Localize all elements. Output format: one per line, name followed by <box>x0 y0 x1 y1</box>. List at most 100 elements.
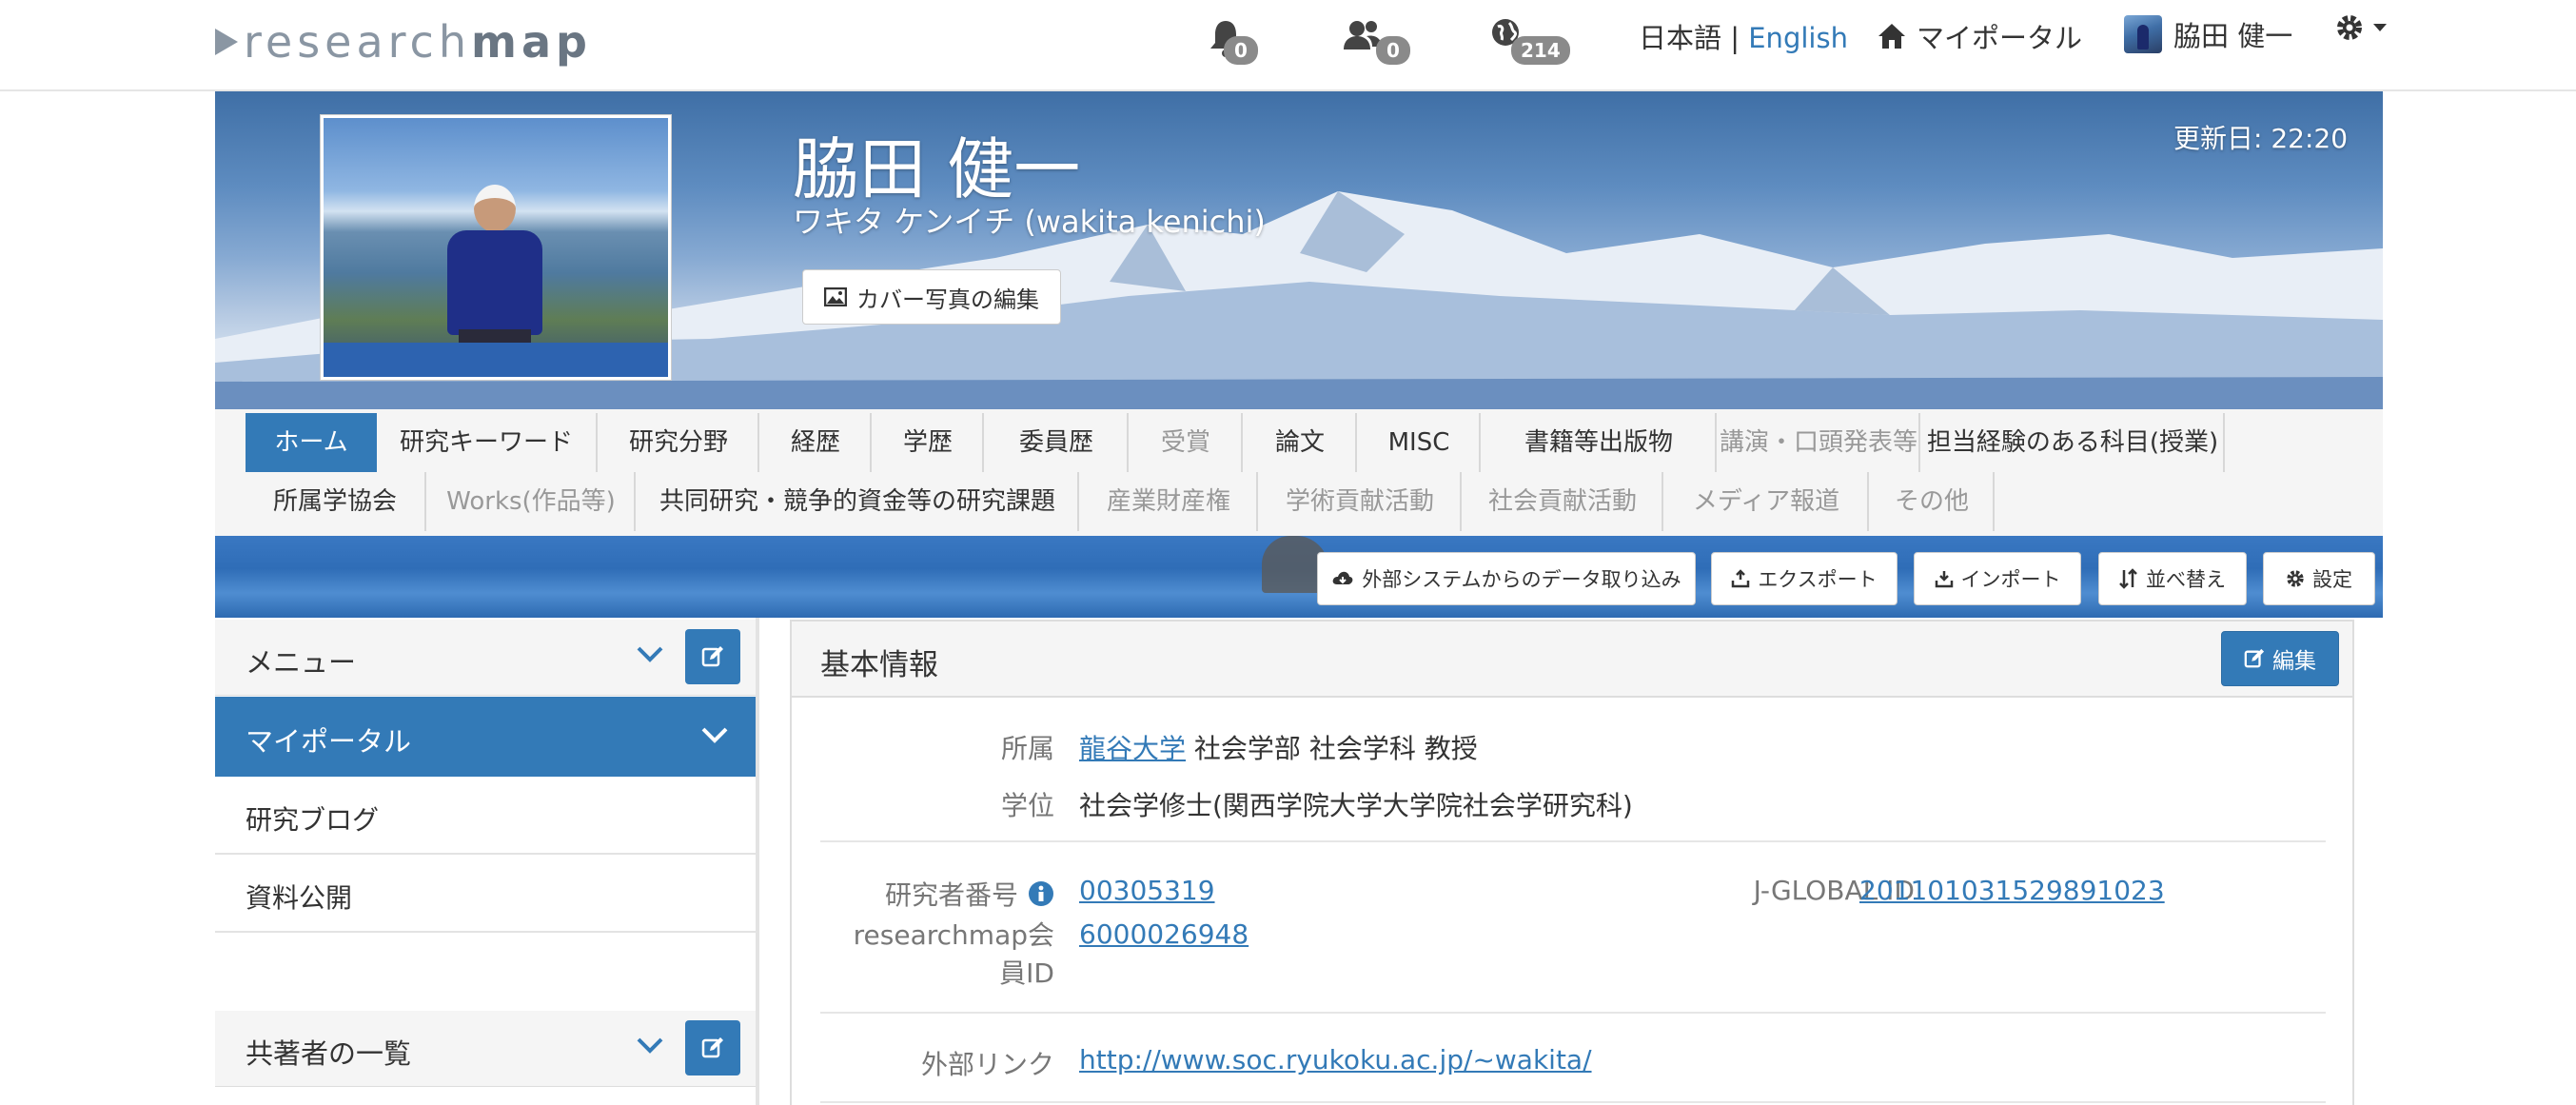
sidebar-divider <box>756 618 759 1105</box>
sidebar-myportal-label: マイポータル <box>246 725 412 758</box>
researcher-number-link[interactable]: 00305319 <box>1079 875 1215 906</box>
sidebar-item-myportal[interactable]: マイポータル <box>215 697 756 777</box>
degree-value: 社会学修士(関西学院大学大学院社会学研究科) <box>1079 790 1633 821</box>
profile-tab-3[interactable]: 経歴 <box>761 413 872 472</box>
myportal-link[interactable]: マイポータル <box>1877 16 2082 56</box>
info-icon[interactable] <box>1028 880 1054 907</box>
basic-info-edit-label: 編集 <box>2272 649 2316 674</box>
basic-info-title: 基本情報 <box>820 648 938 682</box>
profile-tab-11[interactable]: 担当経験のある科目(授業) <box>1922 413 2225 472</box>
top-navbar: research map 0 0 214 日本語 | English マイポータ… <box>0 0 2576 91</box>
profile-tab-7[interactable]: その他 <box>1871 472 1995 531</box>
world-count-badge: 214 <box>1511 36 1570 65</box>
users-count-badge: 0 <box>1376 36 1410 65</box>
profile-tab-10[interactable]: 講演・口頭発表等 <box>1719 413 1920 472</box>
profile-tab-3[interactable]: 産業財産権 <box>1081 472 1258 531</box>
profile-tab-7[interactable]: 論文 <box>1245 413 1357 472</box>
basic-info-edit-button[interactable]: 編集 <box>2221 631 2339 686</box>
chevron-down-icon <box>701 727 728 743</box>
researcher-number-label: 研究者番号 <box>884 879 1018 911</box>
profile-tab-5[interactable]: 委員歴 <box>986 413 1129 472</box>
lang-english-link[interactable]: English <box>1748 22 1848 54</box>
notifications-button[interactable]: 0 <box>1207 17 1283 65</box>
profile-photo[interactable] <box>321 115 671 380</box>
edit-icon <box>2244 648 2265 668</box>
page-settings-button[interactable]: 設定 <box>2263 552 2375 605</box>
basic-info-header: 基本情報 編集 <box>792 622 2352 698</box>
sidebar-coauthors-edit-button[interactable] <box>685 1020 740 1075</box>
affiliation-university-link[interactable]: 龍谷大学 <box>1079 733 1186 764</box>
sidebar-menu-label: メニュー <box>246 646 357 679</box>
import-external-data-button[interactable]: 外部システムからのデータ取り込み <box>1317 552 1696 605</box>
page-settings-label: 設定 <box>2312 568 2352 591</box>
degree-label: 学位 <box>1000 790 1054 821</box>
import-external-data-label: 外部システムからのデータ取り込み <box>1362 568 1681 591</box>
edit-cover-photo-button[interactable]: カバー写真の編集 <box>802 269 1061 325</box>
profile-tab-1[interactable]: Works(作品等) <box>428 472 636 531</box>
import-icon <box>1935 571 1953 588</box>
basic-info-panel: 基本情報 編集 所属 龍谷大学 社会学部 社会学科 教授 学位 社会学修士(関西… <box>790 620 2354 1105</box>
chevron-down-icon[interactable] <box>636 644 664 663</box>
external-link-label: 外部リンク <box>920 1049 1054 1080</box>
lang-separator: | <box>1730 22 1740 54</box>
profile-tab-2[interactable]: 共同研究・競争的資金等の研究課題 <box>638 472 1079 531</box>
profile-tab-1[interactable]: 研究キーワード <box>377 413 598 472</box>
cloud-download-icon <box>1332 571 1353 584</box>
member-id-label-line1: researchmap会 <box>853 919 1054 951</box>
section-divider <box>820 1101 2326 1103</box>
users-button[interactable]: 0 <box>1342 17 1418 65</box>
updated-time: 更新日: 22:20 <box>2173 123 2349 154</box>
member-id-label-line2: 員ID <box>999 957 1054 989</box>
sidebar-item-materials[interactable]: 資料公開 <box>215 855 756 933</box>
sort-button[interactable]: 並べ替え <box>2098 552 2247 605</box>
researchmap-logo[interactable]: research map <box>215 13 592 70</box>
profile-kana-name: ワキタ ケンイチ (wakita kenichi) <box>793 204 1266 240</box>
profile-tab-2[interactable]: 研究分野 <box>600 413 759 472</box>
notifications-count-badge: 0 <box>1224 36 1258 65</box>
sidebar-menu-header[interactable]: メニュー <box>215 620 756 696</box>
sidebar-item-label: 資料公開 <box>246 882 353 914</box>
sidebar-item-research-blog[interactable]: 研究ブログ <box>215 777 756 855</box>
sort-icon <box>2119 568 2137 589</box>
sort-label: 並べ替え <box>2146 568 2226 591</box>
user-name: 脇田 健一 <box>2173 20 2293 52</box>
affiliation-label: 所属 <box>1000 733 1054 764</box>
sidebar-coauthors-label: 共著者の一覧 <box>246 1037 412 1070</box>
sidebar-coauthors-header[interactable]: 共著者の一覧 <box>215 1011 756 1087</box>
section-divider <box>820 1012 2326 1014</box>
logo-text-research: research <box>244 16 472 68</box>
member-id-label: researchmap会 員ID <box>811 917 1054 993</box>
profile-tab-4[interactable]: 学術貢献活動 <box>1260 472 1462 531</box>
sidebar-menu-edit-button[interactable] <box>685 629 740 684</box>
affiliation-department: 社会学部 社会学科 教授 <box>1193 733 1478 764</box>
edit-cover-photo-label: カバー写真の編集 <box>856 286 1039 313</box>
profile-tab-0[interactable]: ホーム <box>246 413 377 472</box>
user-avatar <box>2124 15 2162 53</box>
profile-tab-0[interactable]: 所属学協会 <box>246 472 426 531</box>
import-button[interactable]: インポート <box>1914 552 2081 605</box>
chevron-down-icon[interactable] <box>636 1036 664 1055</box>
profile-tab-9[interactable]: 書籍等出版物 <box>1483 413 1717 472</box>
profile-tab-6[interactable]: メディア報道 <box>1665 472 1869 531</box>
settings-dropdown[interactable] <box>2335 13 2389 42</box>
export-label: エクスポート <box>1758 568 1878 591</box>
profile-tab-5[interactable]: 社会貢献活動 <box>1464 472 1663 531</box>
profile-tab-4[interactable]: 学歴 <box>874 413 984 472</box>
logo-triangle-icon <box>215 29 238 55</box>
export-icon <box>1732 569 1750 588</box>
affiliation-value: 龍谷大学 社会学部 社会学科 教授 <box>1079 728 1478 766</box>
external-link[interactable]: http://www.soc.ryukoku.ac.jp/~wakita/ <box>1079 1044 1592 1075</box>
member-id-link[interactable]: 6000026948 <box>1079 918 1249 950</box>
profile-tab-8[interactable]: MISC <box>1359 413 1481 472</box>
lang-japanese[interactable]: 日本語 <box>1639 22 1721 54</box>
world-button[interactable]: 214 <box>1490 17 1570 65</box>
caret-down-icon <box>2373 24 2387 31</box>
user-menu-link[interactable]: 脇田 健一 <box>2124 14 2292 54</box>
jglobal-id-link[interactable]: 201101031529891023 <box>1859 875 2165 906</box>
image-icon <box>824 287 847 306</box>
import-label: インポート <box>1960 568 2061 591</box>
profile-tab-6[interactable]: 受賞 <box>1131 413 1243 472</box>
logo-text-map: map <box>471 16 592 68</box>
export-button[interactable]: エクスポート <box>1711 552 1898 605</box>
gear-icon <box>2287 570 2304 587</box>
